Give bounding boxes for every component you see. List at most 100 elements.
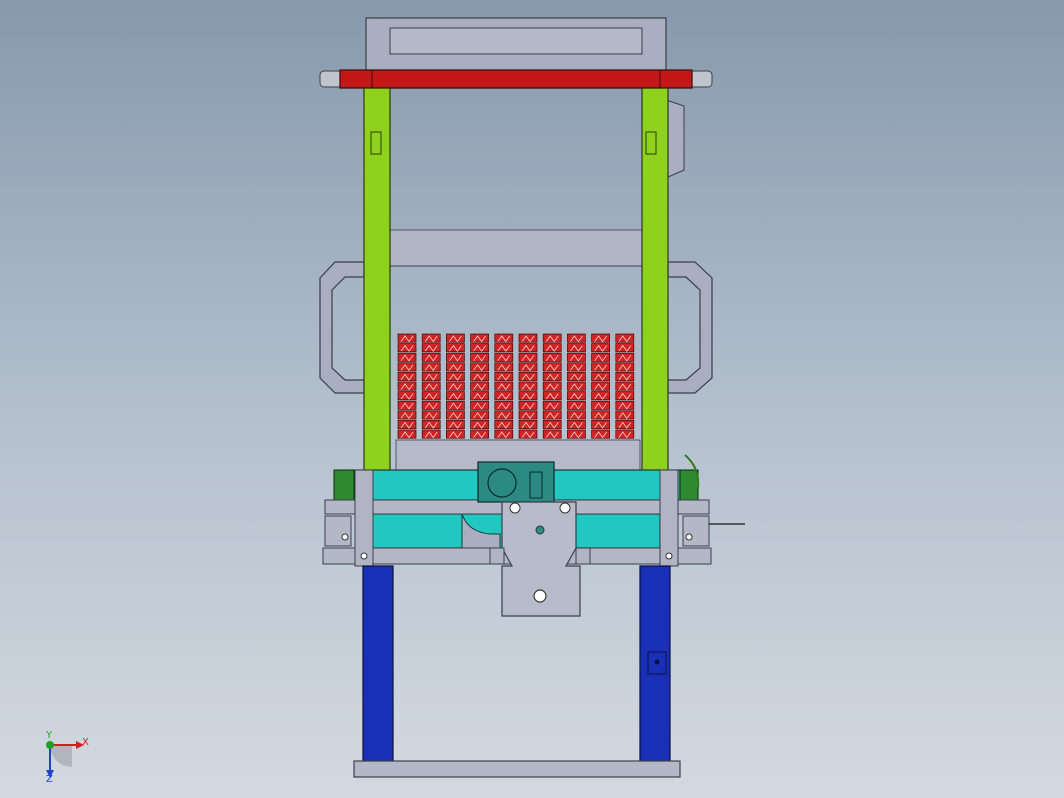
rack-column <box>446 333 465 439</box>
red-part <box>615 352 635 362</box>
rack-column <box>421 333 441 439</box>
rack-column <box>615 333 635 439</box>
red-part <box>446 429 465 439</box>
red-parts-rack <box>397 333 635 439</box>
red-part <box>615 429 635 439</box>
red-part <box>591 372 610 381</box>
red-part <box>446 372 465 381</box>
red-part <box>567 381 586 391</box>
red-part <box>470 429 489 439</box>
rack-column <box>567 333 586 439</box>
red-part <box>494 362 514 372</box>
red-part <box>494 372 514 381</box>
y-axis-label: Y <box>45 730 53 741</box>
red-part <box>470 352 489 362</box>
red-part <box>397 400 417 410</box>
red-part <box>542 410 562 420</box>
rack-column <box>542 333 562 439</box>
red-part <box>542 362 562 372</box>
red-part <box>470 381 489 391</box>
red-part <box>518 410 538 420</box>
red-part <box>446 381 465 391</box>
red-part <box>542 352 562 362</box>
red-part <box>567 362 586 372</box>
red-part <box>615 391 635 401</box>
crossbar-back <box>387 87 645 231</box>
teal-clamp-block <box>477 461 555 503</box>
red-part <box>470 400 489 410</box>
red-part <box>397 343 417 353</box>
red-part <box>542 400 562 410</box>
red-part <box>591 391 610 401</box>
red-part <box>494 343 514 353</box>
red-part <box>615 362 635 372</box>
red-part <box>494 352 514 362</box>
red-part <box>542 343 562 353</box>
red-part <box>542 381 562 391</box>
red-part <box>518 391 538 401</box>
red-part <box>591 410 610 420</box>
red-part <box>615 372 635 381</box>
red-part <box>446 391 465 401</box>
red-part <box>446 343 465 353</box>
red-part <box>518 362 538 372</box>
red-part <box>397 333 417 343</box>
red-part <box>421 391 441 401</box>
red-part <box>397 372 417 381</box>
red-part <box>591 420 610 429</box>
red-part <box>615 400 635 410</box>
red-part <box>567 420 586 429</box>
red-part <box>397 391 417 401</box>
rack-column <box>470 333 489 439</box>
red-part <box>567 333 586 343</box>
red-part <box>470 362 489 372</box>
red-part <box>494 400 514 410</box>
red-part <box>615 410 635 420</box>
red-part <box>397 362 417 372</box>
red-part <box>470 420 489 429</box>
red-part <box>421 400 441 410</box>
red-part <box>470 372 489 381</box>
red-part <box>446 352 465 362</box>
right-handle <box>667 261 713 394</box>
red-part <box>494 429 514 439</box>
red-part <box>567 410 586 420</box>
red-part <box>615 420 635 429</box>
red-part <box>446 410 465 420</box>
red-part <box>567 372 586 381</box>
coordinate-triad: X Y Z <box>45 730 89 785</box>
red-part <box>591 400 610 410</box>
red-part <box>518 400 538 410</box>
red-part <box>397 352 417 362</box>
red-part <box>542 372 562 381</box>
red-part <box>446 362 465 372</box>
rack-column <box>518 333 538 439</box>
red-part <box>518 420 538 429</box>
red-part <box>567 343 586 353</box>
cad-viewport[interactable]: X Y Z <box>0 0 1064 798</box>
red-part <box>542 429 562 439</box>
red-part <box>615 343 635 353</box>
bottom-base-bar <box>353 760 681 778</box>
red-part <box>518 352 538 362</box>
left-handle <box>319 261 365 394</box>
red-part <box>494 391 514 401</box>
red-part <box>421 420 441 429</box>
red-part <box>518 372 538 381</box>
rack-column <box>591 333 610 439</box>
red-part <box>615 333 635 343</box>
red-part <box>494 410 514 420</box>
red-part <box>567 429 586 439</box>
red-part <box>397 429 417 439</box>
red-part <box>567 400 586 410</box>
red-part <box>421 372 441 381</box>
red-part <box>470 391 489 401</box>
z-axis-label: Z <box>46 774 53 785</box>
red-part <box>494 333 514 343</box>
x-axis-label: X <box>82 737 89 748</box>
red-part <box>591 333 610 343</box>
red-part <box>421 429 441 439</box>
red-part <box>591 343 610 353</box>
red-part <box>421 410 441 420</box>
red-part <box>567 391 586 401</box>
